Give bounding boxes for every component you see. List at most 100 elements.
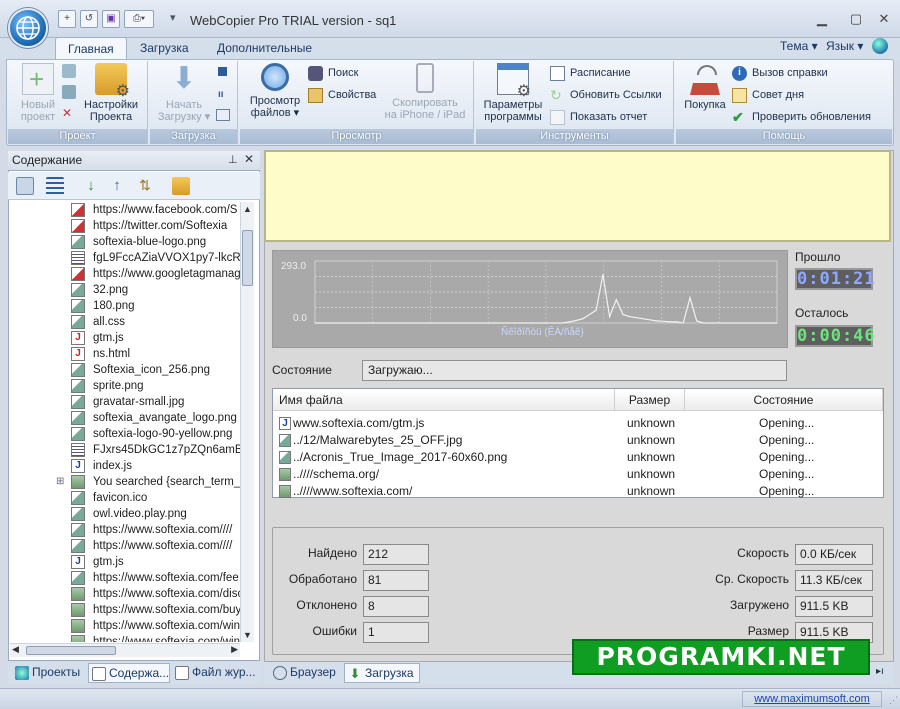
tree-item[interactable]: 32.png	[10, 282, 240, 298]
column-header-filename[interactable]: Имя файла	[273, 389, 615, 411]
tab-download[interactable]: Загрузка	[128, 37, 201, 60]
qa-save-icon[interactable]: ▣	[102, 10, 120, 28]
tree-item[interactable]: softexia-blue-logo.png	[10, 234, 240, 250]
tab-browser[interactable]: Браузер	[270, 663, 340, 683]
tip-of-day-button[interactable]: Совет дня	[732, 87, 804, 104]
tree-item[interactable]: Jgtm.js	[10, 554, 240, 570]
tree-item[interactable]: Jgtm.js	[10, 330, 240, 346]
tree-item[interactable]: ⊞ You searched {search_term_st	[10, 474, 240, 490]
loaded-label: Загружено	[730, 598, 789, 612]
tree-item[interactable]: Softexia_icon_256.png	[10, 362, 240, 378]
qa-new-icon[interactable]: +	[58, 10, 76, 28]
download-row[interactable]: ../Acronis_True_Image_2017-60x60.png unkn…	[275, 449, 875, 466]
project-settings-button[interactable]: ⚙ Настройки Проекта	[80, 63, 142, 123]
qa-print-icon[interactable]: ⎙▾	[124, 10, 154, 28]
program-params-button[interactable]: ⚙ Параметры программы	[480, 63, 546, 123]
tree-horizontal-scrollbar[interactable]: ◀ ▶	[10, 643, 240, 657]
website-link[interactable]: www.maximumsoft.com	[742, 691, 882, 707]
tree-item[interactable]: https://www.facebook.com/S	[10, 202, 240, 218]
tree-item[interactable]: gravatar-small.jpg	[10, 394, 240, 410]
new-project-button[interactable]: + Новый проект	[14, 63, 62, 123]
copy-to-iphone-button[interactable]: Скопировать на iPhone / iPad	[380, 63, 470, 121]
tree-item[interactable]: https://www.softexia.com////	[10, 522, 240, 538]
tree-item[interactable]: https://www.googletagmanage	[10, 266, 240, 282]
tab-projects[interactable]: Проекты	[12, 663, 86, 683]
download-row[interactable]: Jwww.softexia.com/gtm.js unknown Opening..…	[275, 415, 875, 432]
properties-button[interactable]: Свойства	[308, 87, 376, 104]
language-menu[interactable]: Язык ▾	[826, 39, 863, 53]
column-header-size[interactable]: Размер	[615, 389, 685, 411]
download-row[interactable]: ../12/Malwarebytes_25_OFF.jpg unknown Open…	[275, 432, 875, 449]
tree-item[interactable]: fgL9FccAZiaVVOX1py7-lkcR4	[10, 250, 240, 266]
tree-item[interactable]: https://www.softexia.com/win	[10, 634, 240, 642]
pin-icon[interactable]: ⊥	[228, 153, 238, 166]
tab-additional[interactable]: Дополнительные	[205, 37, 324, 60]
tree-item[interactable]: https://twitter.com/Softexia	[10, 218, 240, 234]
tree-item[interactable]: https://www.softexia.com/disc	[10, 586, 240, 602]
image-file-icon	[71, 363, 85, 377]
purchase-button[interactable]: Покупка	[680, 63, 730, 111]
tree-hscroll-thumb[interactable]	[26, 646, 116, 655]
tree-item[interactable]: https://www.softexia.com////	[10, 538, 240, 554]
tree-scroll-thumb[interactable]	[242, 230, 253, 286]
open-icon[interactable]	[62, 64, 76, 78]
qa-open-icon[interactable]: ↺	[80, 10, 98, 28]
close-button[interactable]: ✕	[874, 10, 894, 28]
move-up-icon[interactable]: ↑	[108, 177, 126, 195]
globe-icon[interactable]	[872, 38, 888, 54]
browse-files-button[interactable]: Просмотр файлов ▾	[246, 63, 304, 119]
check-updates-button[interactable]: ✔ Проверить обновления	[732, 109, 871, 126]
maximize-button[interactable]: ▢	[846, 10, 866, 28]
tab-downloads[interactable]: ⬇ Загрузка	[344, 663, 420, 683]
tree-item[interactable]: https://www.softexia.com/fee	[10, 570, 240, 586]
show-report-button[interactable]: Показать отчет	[550, 109, 647, 126]
tree-item[interactable]: softexia-logo-90-yellow.png	[10, 426, 240, 442]
import-icon[interactable]	[62, 85, 76, 99]
pause-icon[interactable]: ıı	[218, 89, 224, 100]
window-title: WebCopier Pro TRIAL version - sq1	[190, 13, 397, 28]
list-view-icon[interactable]	[46, 177, 64, 195]
schedule-button[interactable]: Расписание	[550, 65, 631, 82]
theme-menu[interactable]: Тема ▾	[780, 39, 818, 53]
minimize-button[interactable]: ▁	[812, 10, 832, 28]
tab-log-file[interactable]: Файл жур...	[172, 663, 258, 683]
start-download-button[interactable]: ⬇ Начать Загрузку ▾	[154, 62, 214, 124]
log-icon[interactable]	[216, 109, 230, 121]
search-button[interactable]: Поиск	[308, 65, 358, 82]
app-menu-button[interactable]	[8, 8, 48, 48]
pane-close-icon[interactable]: ✕	[244, 152, 254, 166]
tree-item[interactable]: Jns.html	[10, 346, 240, 362]
delete-icon[interactable]: ✕	[62, 106, 76, 120]
contents-tree[interactable]: https://www.facebook.com/S https://twitte…	[10, 202, 240, 642]
expand-icon[interactable]: ⊞	[56, 474, 64, 490]
download-row[interactable]: ..////schema.org/unknown Opening...	[275, 466, 875, 483]
column-header-state[interactable]: Состояние	[685, 389, 883, 411]
folder-info-icon[interactable]	[172, 177, 190, 195]
tree-item[interactable]: softexia_avangate_logo.png	[10, 410, 240, 426]
call-help-button[interactable]: i Вызов справки	[732, 65, 828, 82]
stop-icon[interactable]	[218, 67, 227, 76]
download-row[interactable]: ..////www.softexia.com/unknown Opening...	[275, 483, 875, 500]
tree-item[interactable]: all.css	[10, 314, 240, 330]
tree-item[interactable]: owl.video.play.png	[10, 506, 240, 522]
tree-item[interactable]: https://www.softexia.com/buy	[10, 602, 240, 618]
tree-item[interactable]: sprite.png	[10, 378, 240, 394]
tree-view-icon[interactable]	[16, 177, 34, 195]
sort-icon[interactable]: ⇅	[136, 177, 154, 195]
qa-customize-icon[interactable]: ▾	[170, 11, 176, 24]
move-down-icon[interactable]: ↓	[82, 177, 100, 195]
update-links-button[interactable]: ↻ Обновить Ссылки	[550, 87, 662, 104]
tree-item[interactable]: Jindex.js	[10, 458, 240, 474]
tree-item[interactable]: FJxrs45DkGC1z7pZQn6amB	[10, 442, 240, 458]
tree-item[interactable]: favicon.ico	[10, 490, 240, 506]
download-arrow-icon: ⬇	[171, 62, 197, 95]
tree-item[interactable]: 180.png	[10, 298, 240, 314]
download-name: ../Acronis_True_Image_2017-60x60.png	[293, 450, 508, 464]
resize-grip-icon[interactable]: ⋰	[889, 695, 898, 706]
tab-contents[interactable]: Содержа...	[88, 663, 170, 683]
refresh-icon: ↻	[550, 87, 562, 103]
tab-nav-arrows[interactable]: ▸ı	[876, 666, 884, 677]
tab-home[interactable]: Главная	[55, 37, 127, 60]
tree-item[interactable]: https://www.softexia.com/win	[10, 618, 240, 634]
contents-pane-header: Содержание	[8, 151, 260, 171]
